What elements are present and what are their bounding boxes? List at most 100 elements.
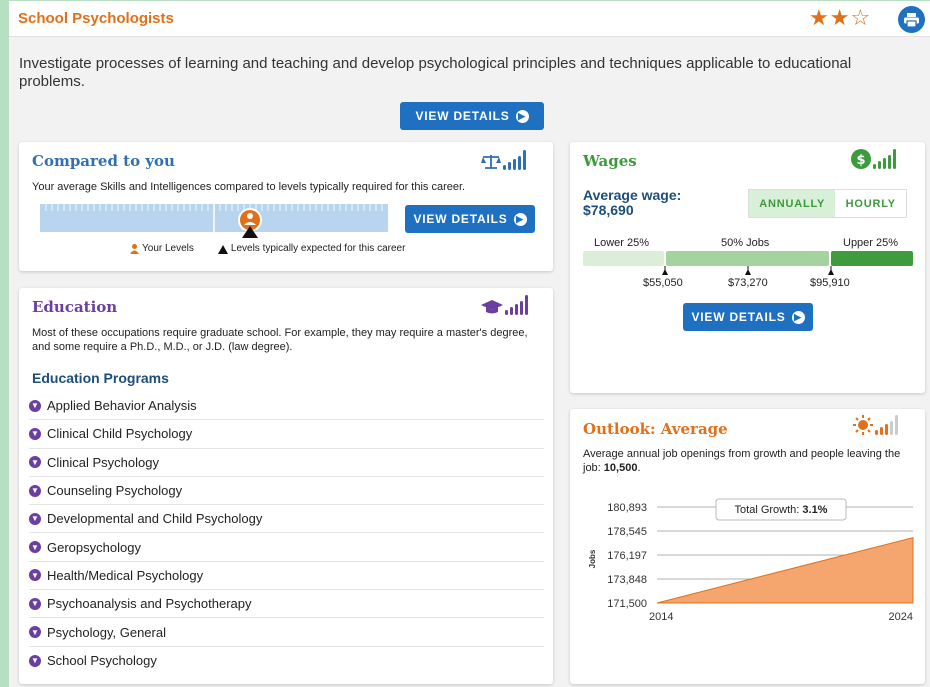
- wage-upper-bar: [831, 251, 913, 266]
- program-label: Developmental and Child Psychology: [47, 511, 263, 527]
- program-item[interactable]: ▼ Clinical Psychology: [29, 449, 544, 477]
- chevron-down-icon: ▼: [29, 427, 41, 440]
- program-label: Clinical Psychology: [47, 454, 159, 470]
- wages-title: Wages: [583, 152, 637, 170]
- wage-lower-bar: [583, 251, 664, 266]
- compared-title: Compared to you: [32, 152, 175, 170]
- toggle-hourly[interactable]: HOURLY: [835, 190, 906, 217]
- wages-view-details-button[interactable]: VIEW DETAILS ▶: [683, 303, 813, 331]
- left-accent-bar: [0, 0, 9, 687]
- legend-your-levels: Your Levels: [130, 242, 194, 256]
- growth-callout: Total Growth: 3.1%: [715, 498, 847, 521]
- wages-view-details-label: VIEW DETAILS: [691, 310, 786, 324]
- legend-expected-levels: Levels typically expected for this caree…: [217, 242, 406, 256]
- x-tick-2024: 2024: [889, 611, 913, 623]
- education-card: Education Most of these occupations requ…: [19, 288, 553, 684]
- wage-period-toggle: ANNUALLY HOURLY: [748, 189, 907, 218]
- program-label: Psychology, General: [47, 624, 166, 640]
- chevron-down-icon: ▼: [29, 654, 41, 667]
- career-page: School Psychologists ★★☆ Investigate pro…: [9, 0, 930, 687]
- program-label: Clinical Child Psychology: [47, 426, 193, 442]
- page-header: School Psychologists ★★☆: [9, 0, 930, 37]
- x-tick-2014: 2014: [649, 611, 673, 623]
- program-item[interactable]: ▼ Psychology, General: [29, 618, 544, 647]
- svg-text:$: $: [856, 153, 865, 168]
- average-wage-label: Average wage:: [583, 187, 682, 203]
- program-label: Psychoanalysis and Psychotherapy: [47, 596, 252, 612]
- chevron-down-icon: ▼: [29, 456, 41, 469]
- program-item[interactable]: ▼ Psychoanalysis and Psychotherapy: [29, 590, 544, 619]
- triangle-icon: [217, 244, 228, 254]
- education-text: Most of these occupations require gradua…: [32, 327, 528, 353]
- growth-value: 3.1%: [802, 504, 827, 516]
- compared-view-details-label: VIEW DETAILS: [413, 212, 508, 226]
- chevron-down-icon: ▼: [29, 541, 41, 554]
- program-item[interactable]: ▼ Health/Medical Psychology: [29, 562, 544, 591]
- chevron-down-icon: ▼: [29, 399, 41, 412]
- compared-text: Your average Skills and Intelligences co…: [32, 181, 466, 193]
- graduation-cap-icon: [481, 295, 528, 315]
- outlook-title: Outlook: Average: [583, 420, 728, 438]
- y-tick-label: 180,893: [607, 502, 647, 514]
- wage-p75: $95,910: [810, 277, 850, 289]
- outlook-card: Outlook: Average Average annual job open…: [570, 409, 925, 684]
- wage-lower-label: Lower 25%: [594, 237, 650, 249]
- y-tick-label: 176,197: [607, 550, 647, 562]
- skills-scale-icon: [481, 150, 526, 170]
- program-label: Counseling Psychology: [47, 483, 183, 499]
- compared-card: Compared to you Your average Skills and …: [19, 142, 553, 271]
- wage-middle-label: 50% Jobs: [721, 237, 770, 249]
- person-icon: [130, 244, 139, 254]
- printer-icon: [904, 12, 919, 27]
- chevron-down-icon: ▼: [29, 569, 41, 582]
- wage-upper-label: Upper 25%: [843, 237, 899, 249]
- dollar-icon: $: [851, 149, 896, 169]
- outlook-text: Average annual job openings from growth …: [583, 447, 913, 475]
- career-description: Investigate processes of learning and te…: [19, 55, 852, 90]
- outlook-chart: Jobs 180,893 178,545 176,197 173,848 171,500…: [588, 498, 914, 623]
- arrow-right-icon: ▶: [515, 109, 529, 123]
- education-programs-title: Education Programs: [32, 370, 169, 386]
- program-item[interactable]: ▼ Developmental and Child Psychology: [29, 505, 544, 534]
- program-label: Applied Behavior Analysis: [47, 398, 197, 414]
- svg-text:Total Growth: 3.1%: Total Growth: 3.1%: [735, 504, 828, 516]
- y-tick-label: 178,545: [607, 526, 647, 538]
- y-tick-label: 173,848: [607, 574, 647, 586]
- arrow-right-icon: ▶: [513, 212, 527, 226]
- page-title: School Psychologists: [18, 10, 174, 27]
- outlook-openings: 10,500: [603, 462, 638, 474]
- legend-expected-label: Levels typically expected for this caree…: [230, 243, 406, 254]
- chevron-down-icon: ▼: [29, 512, 41, 525]
- compared-legend: Your Levels Levels typically expected fo…: [130, 242, 405, 256]
- program-label: School Psychology: [47, 653, 157, 669]
- education-title: Education: [32, 298, 118, 316]
- wage-markers: [662, 266, 834, 275]
- toggle-annually[interactable]: ANNUALLY: [749, 190, 836, 217]
- chevron-down-icon: ▼: [29, 484, 41, 497]
- chevron-down-icon: ▼: [29, 597, 41, 610]
- y-tick-label: 171,500: [607, 598, 647, 610]
- rating-stars-icon[interactable]: ★★☆: [809, 6, 871, 31]
- program-item[interactable]: ▼ Geropsychology: [29, 533, 544, 562]
- program-item[interactable]: ▼ Applied Behavior Analysis: [29, 392, 544, 421]
- wage-p25: $55,050: [643, 277, 683, 289]
- arrow-right-icon: ▶: [791, 310, 805, 324]
- compared-view-details-button[interactable]: VIEW DETAILS ▶: [405, 205, 535, 233]
- program-item[interactable]: ▼ Counseling Psychology: [29, 477, 544, 506]
- education-programs-list: ▼ Applied Behavior Analysis ▼ Clinical Chi…: [29, 392, 544, 675]
- wage-middle-bar: [666, 251, 829, 266]
- wage-median: $73,270: [728, 277, 768, 289]
- growth-label: Total Growth:: [735, 504, 803, 516]
- chart-ylabel: Jobs: [588, 549, 597, 568]
- chevron-down-icon: ▼: [29, 626, 41, 639]
- average-wage: Average wage: $78,690: [583, 188, 681, 218]
- growth-area: [656, 536, 914, 604]
- program-item[interactable]: ▼ School Psychology: [29, 647, 544, 675]
- program-label: Geropsychology: [47, 539, 141, 555]
- view-details-button[interactable]: VIEW DETAILS ▶: [400, 102, 544, 130]
- program-item[interactable]: ▼ Clinical Child Psychology: [29, 420, 544, 449]
- legend-your-label: Your Levels: [142, 243, 194, 254]
- program-label: Health/Medical Psychology: [47, 567, 204, 583]
- outlook-text-suffix: .: [637, 462, 641, 474]
- print-button[interactable]: [898, 6, 925, 33]
